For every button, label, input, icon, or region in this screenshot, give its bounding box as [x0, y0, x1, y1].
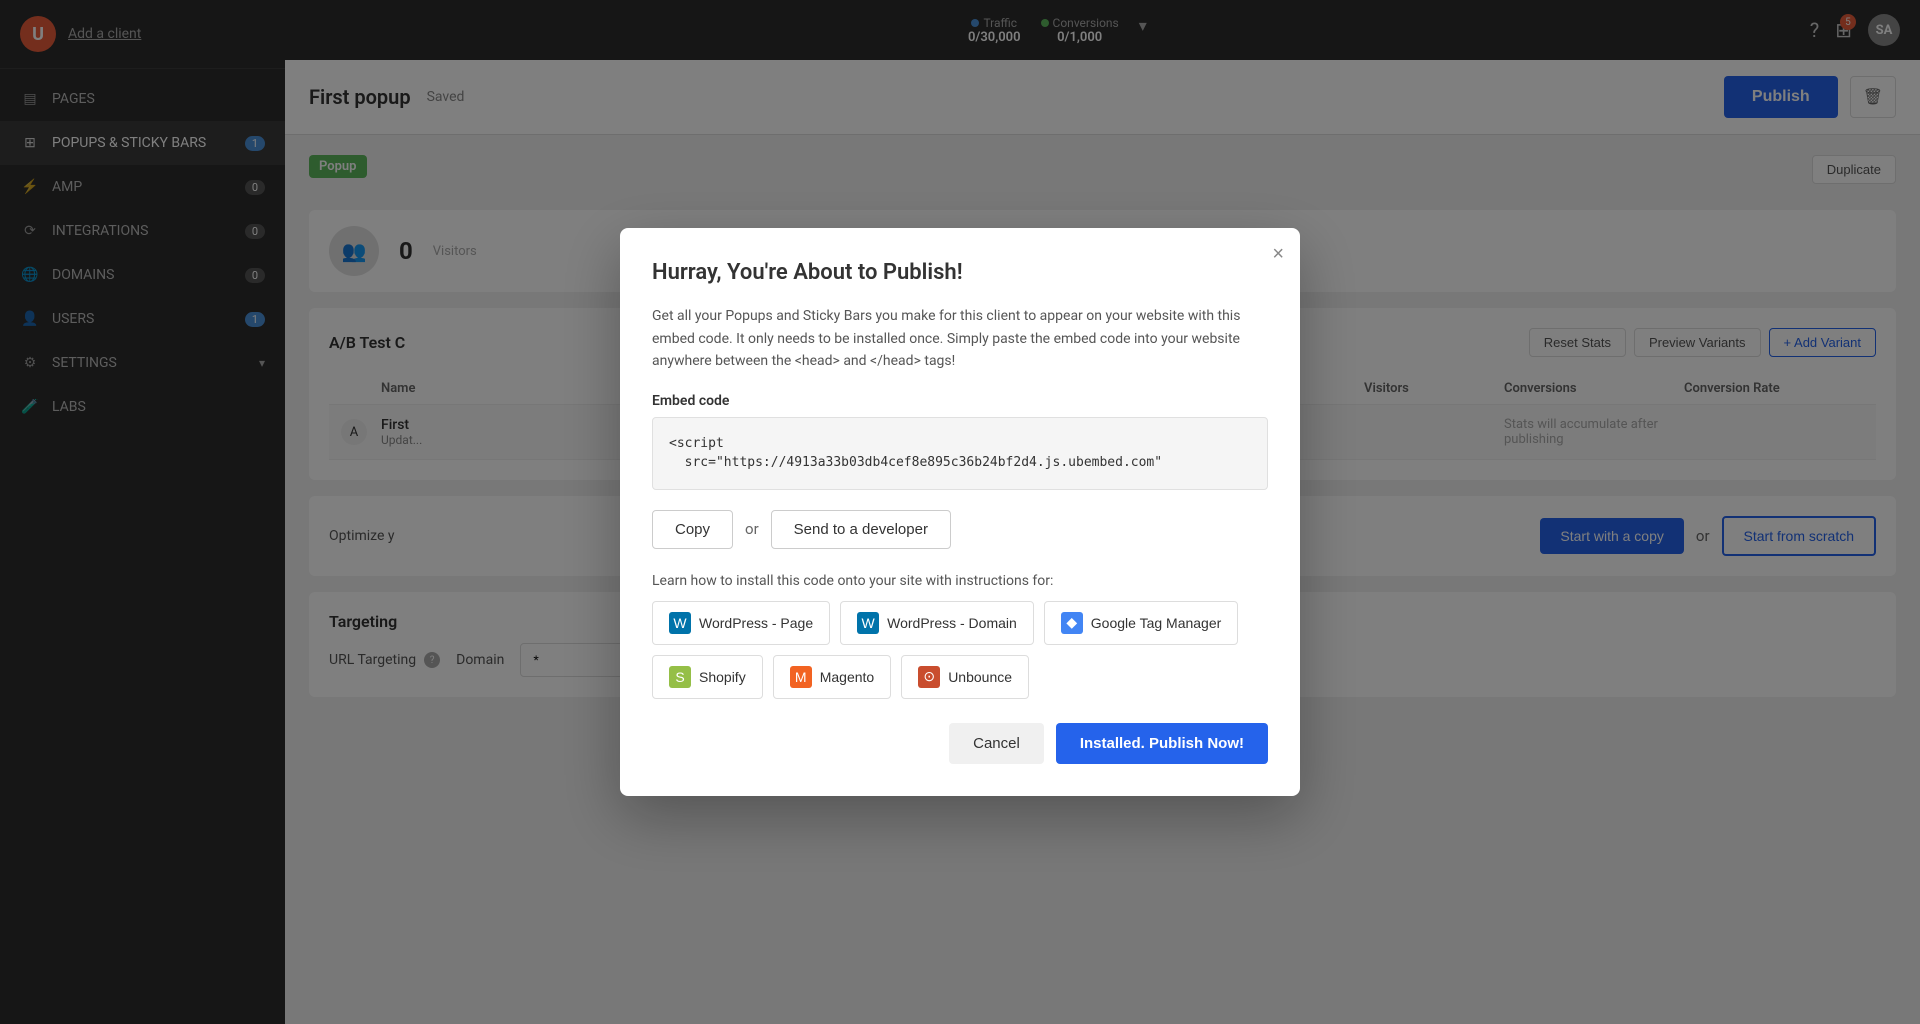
platform-wordpress-page[interactable]: W WordPress - Page: [652, 601, 830, 645]
modal-close-button[interactable]: ×: [1272, 244, 1284, 264]
modal-overlay: × Hurray, You're About to Publish! Get a…: [0, 0, 1920, 1024]
publish-now-button[interactable]: Installed. Publish Now!: [1056, 723, 1268, 764]
platform-shopify[interactable]: S Shopify: [652, 655, 763, 699]
cancel-button[interactable]: Cancel: [949, 723, 1044, 764]
modal-or-text: or: [745, 520, 759, 538]
magento-icon: M: [790, 666, 812, 688]
platform-shopify-label: Shopify: [699, 669, 746, 685]
copy-row: Copy or Send to a developer: [652, 510, 1268, 549]
embed-code-box: <script src="https://4913a33b03db4cef8e8…: [652, 417, 1268, 490]
platform-grid: W WordPress - Page W WordPress - Domain …: [652, 601, 1268, 699]
wordpress-domain-icon: W: [857, 612, 879, 634]
platform-magento-label: Magento: [820, 669, 874, 685]
unbounce-icon: ⊙: [918, 666, 940, 688]
modal: × Hurray, You're About to Publish! Get a…: [620, 228, 1300, 795]
shopify-icon: S: [669, 666, 691, 688]
modal-footer: Cancel Installed. Publish Now!: [652, 723, 1268, 764]
platform-unbounce[interactable]: ⊙ Unbounce: [901, 655, 1029, 699]
send-dev-button[interactable]: Send to a developer: [771, 510, 951, 549]
platform-wordpress-page-label: WordPress - Page: [699, 615, 813, 631]
embed-label: Embed code: [652, 393, 1268, 409]
instructions-label: Learn how to install this code onto your…: [652, 573, 1268, 589]
modal-description: Get all your Popups and Sticky Bars you …: [652, 305, 1268, 372]
platform-magento[interactable]: M Magento: [773, 655, 891, 699]
modal-title: Hurray, You're About to Publish!: [652, 260, 1268, 285]
platform-gtm-label: Google Tag Manager: [1091, 615, 1222, 631]
copy-button[interactable]: Copy: [652, 510, 733, 549]
platform-wordpress-domain[interactable]: W WordPress - Domain: [840, 601, 1034, 645]
platform-gtm[interactable]: ◆ Google Tag Manager: [1044, 601, 1239, 645]
platform-unbounce-label: Unbounce: [948, 669, 1012, 685]
gtm-icon: ◆: [1061, 612, 1083, 634]
wordpress-page-icon: W: [669, 612, 691, 634]
platform-wordpress-domain-label: WordPress - Domain: [887, 615, 1017, 631]
